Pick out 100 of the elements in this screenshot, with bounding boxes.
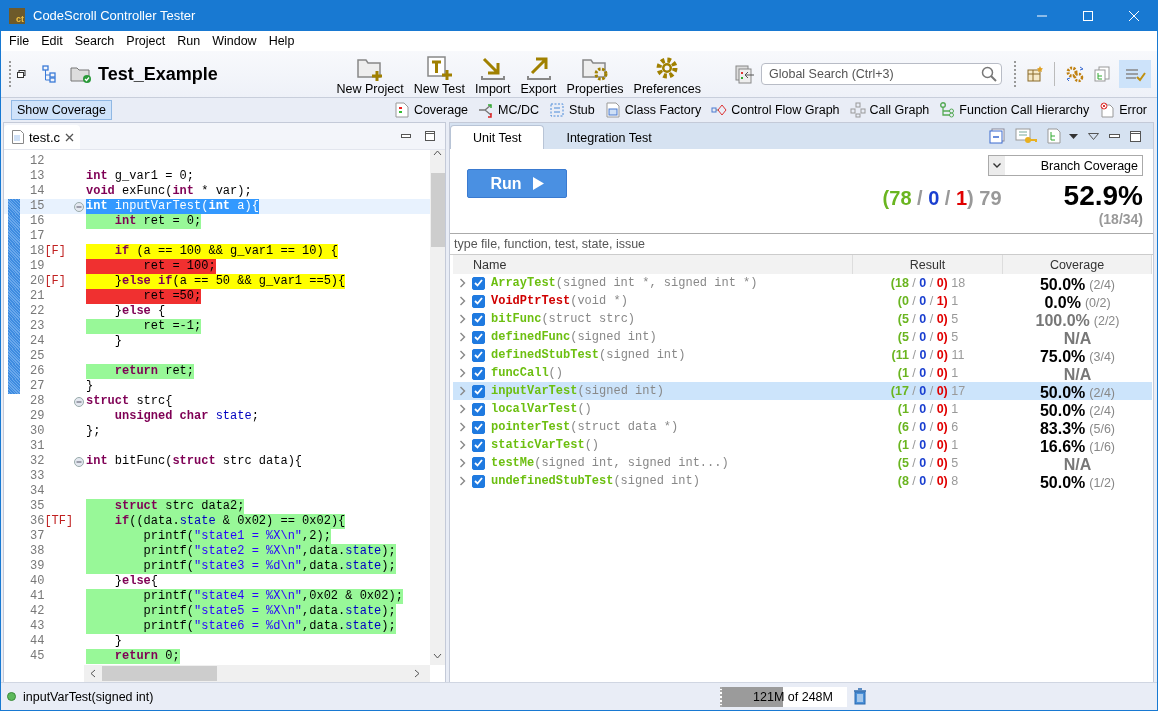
restore-icon[interactable] — [17, 70, 26, 78]
checkbox[interactable] — [472, 438, 485, 452]
view-button[interactable]: Coverage — [393, 102, 469, 118]
checkbox[interactable] — [472, 312, 485, 326]
view-button[interactable]: Class Factory — [604, 102, 702, 118]
chevron-right-icon[interactable] — [459, 332, 466, 342]
search-field[interactable]: Global Search (Ctrl+3) — [761, 63, 1002, 85]
collapse-icon[interactable] — [74, 396, 84, 407]
line-number: 33 — [30, 469, 45, 484]
checkbox[interactable] — [472, 456, 485, 470]
coverage-value: N/A — [1063, 329, 1092, 348]
trash-icon[interactable] — [853, 688, 867, 705]
view-button[interactable]: Error — [1099, 102, 1147, 118]
checkbox[interactable] — [472, 276, 485, 290]
tab[interactable]: Unit Test — [450, 125, 545, 149]
line-number: 17 — [30, 229, 45, 244]
check-icon — [474, 297, 483, 305]
view-button[interactable]: Control Flow Graph — [711, 102, 840, 118]
column-header[interactable]: Coverage — [1003, 255, 1152, 274]
column-header[interactable]: Name — [453, 255, 853, 274]
scroll-left-icon[interactable] — [90, 669, 96, 678]
coverage-fraction: (0/2) — [1084, 295, 1111, 310]
menu-item[interactable]: Run — [171, 34, 207, 48]
chevron-right-icon[interactable] — [459, 314, 466, 324]
list-check-icon[interactable] — [1119, 60, 1151, 88]
check-icon — [474, 333, 483, 341]
scroll-right-icon[interactable] — [414, 669, 420, 678]
collapse-icon[interactable] — [74, 456, 84, 467]
menu-item[interactable]: File — [3, 34, 36, 48]
checkbox[interactable] — [472, 366, 485, 380]
toolbar-button[interactable]: Preferences — [633, 52, 701, 96]
toggle-button[interactable]: Show Coverage — [11, 100, 112, 120]
chevron-right-icon[interactable] — [459, 350, 466, 360]
test-result: (17 / 0 / 0) 17 — [890, 384, 966, 398]
toolbar-button[interactable]: Import — [475, 52, 511, 96]
close-icon[interactable] — [65, 132, 75, 142]
test-result: (5 / 0 / 0) 5 — [897, 312, 959, 326]
minimize-icon[interactable] — [1109, 133, 1120, 139]
view-menu-icon[interactable] — [1088, 132, 1099, 140]
dropdown-caret-icon[interactable] — [1069, 133, 1078, 139]
maximize-icon[interactable] — [1130, 130, 1141, 142]
project-title: Test_Example — [98, 63, 219, 85]
menu-item[interactable]: Project — [120, 34, 172, 48]
editor-tab[interactable]: test.c — [4, 125, 81, 149]
toolbar-button[interactable]: Export — [520, 52, 557, 96]
coverage-fraction: (2/2) — [1093, 313, 1120, 328]
scrollbar-thumb[interactable] — [102, 666, 217, 681]
branch-marker: [F] — [44, 274, 66, 289]
checkbox[interactable] — [472, 330, 485, 344]
chevron-right-icon[interactable] — [459, 404, 466, 414]
history-icon[interactable] — [735, 64, 755, 84]
chevron-right-icon[interactable] — [459, 440, 466, 450]
chevron-right-icon[interactable] — [459, 296, 466, 306]
chevron-right-icon[interactable] — [459, 476, 466, 486]
stub-icon — [549, 102, 566, 118]
toolbar-button[interactable]: Properties — [566, 52, 624, 96]
table-star-icon[interactable] — [1027, 66, 1043, 82]
chevron-right-icon[interactable] — [459, 386, 466, 396]
coverage-dropdown[interactable]: Branch Coverage — [988, 155, 1143, 176]
menu-item[interactable]: Window — [206, 34, 263, 48]
menu-item[interactable]: Help — [262, 34, 301, 48]
chevron-right-icon[interactable] — [459, 278, 466, 288]
collapse-icon[interactable] — [74, 201, 84, 212]
checkbox[interactable] — [472, 294, 485, 308]
test-result: (1 / 0 / 0) 1 — [897, 402, 959, 416]
chevron-right-icon[interactable] — [459, 458, 466, 468]
menu-item[interactable]: Search — [68, 34, 121, 48]
coverage-value: 75.0% — [1039, 347, 1086, 366]
test-name: VoidPtrTest(void *) — [491, 294, 628, 308]
tab[interactable]: Integration Test — [544, 126, 674, 149]
checkbox[interactable] — [472, 420, 485, 434]
scroll-up-icon[interactable] — [433, 150, 442, 156]
checkbox[interactable] — [472, 348, 485, 362]
line-number: 21 — [30, 289, 45, 304]
tree-view-icon[interactable] — [42, 65, 56, 83]
menu-item[interactable]: Edit — [35, 34, 69, 48]
toolbar-button[interactable]: New Test — [413, 52, 466, 96]
view-button[interactable]: Stub — [549, 102, 595, 118]
checkbox[interactable] — [472, 402, 485, 416]
view-button[interactable]: Call Graph — [849, 102, 930, 118]
chevron-right-icon[interactable] — [459, 368, 466, 378]
checkbox[interactable] — [472, 474, 485, 488]
checkbox[interactable] — [472, 384, 485, 398]
toolbar-button[interactable]: New Project — [336, 52, 404, 96]
tree-doc-icon[interactable] — [1047, 128, 1061, 144]
maximize-icon[interactable] — [425, 131, 435, 141]
test-name: funcCall() — [491, 366, 563, 380]
result-summary: (78 / 0 / 1) 79 — [882, 187, 1002, 210]
collapse-all-icon[interactable] — [989, 128, 1005, 144]
check-icon — [474, 477, 483, 485]
column-header[interactable]: Result — [853, 255, 1003, 274]
line-number: 23 — [30, 319, 45, 334]
gears-icon[interactable] — [1066, 65, 1084, 83]
scroll-down-icon[interactable] — [433, 653, 442, 659]
chevron-right-icon[interactable] — [459, 422, 466, 432]
view-button[interactable]: MC/DC — [478, 102, 540, 118]
view-button[interactable]: Function Call Hierarchy — [939, 102, 1090, 118]
scrollbar-thumb[interactable] — [430, 173, 445, 247]
test-name: staticVarTest() — [491, 438, 600, 452]
test-name: pointerTest(struct data *) — [491, 420, 679, 434]
